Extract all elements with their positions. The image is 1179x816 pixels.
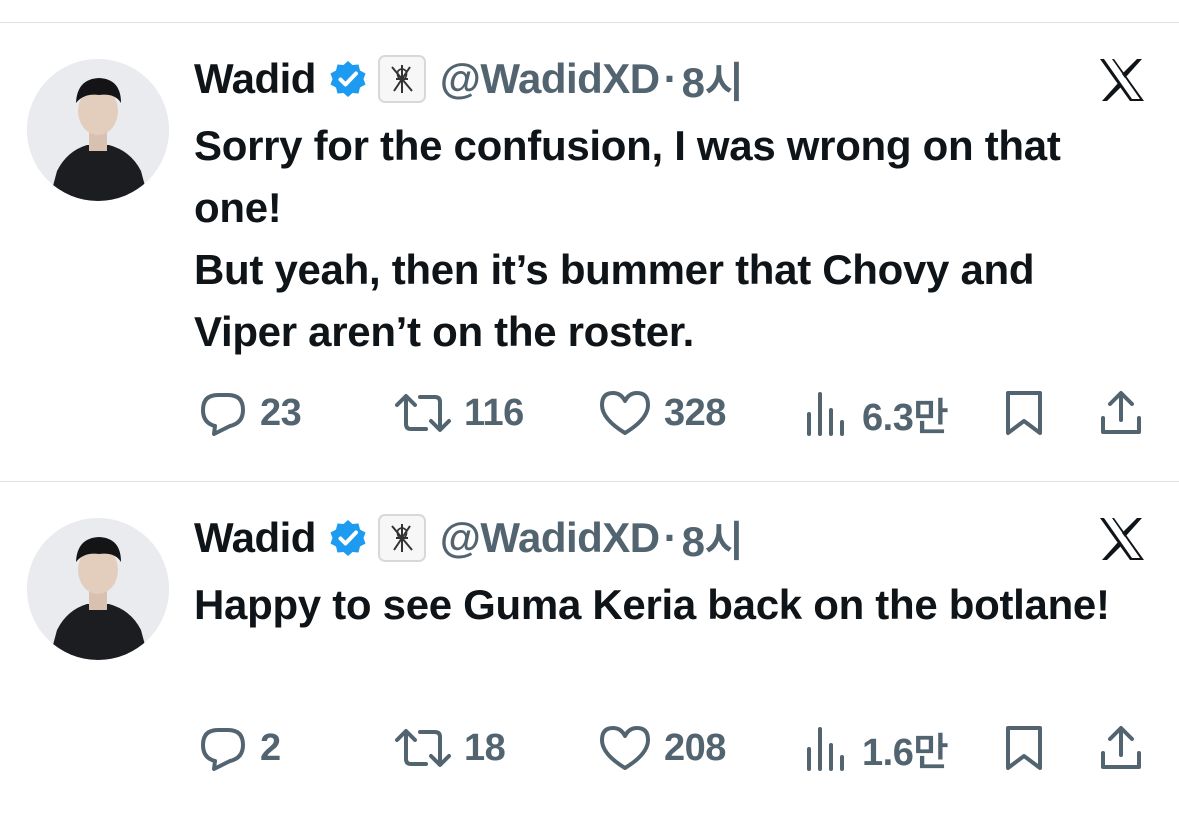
tweet-text-line: Sorry for the confusion, I was wrong on … [194,122,1061,231]
view-count: 6.3만 [862,396,948,439]
author-name[interactable]: Wadid [194,55,316,103]
bookmark-button[interactable] [1002,383,1046,443]
tweet-text: Happy to see Guma Keria back on the botl… [194,574,1134,636]
reply-icon [201,393,245,436]
tweet-header: Wadid @WadidXD · 8시 [194,510,744,566]
bookmark-button[interactable] [1002,718,1046,778]
repost-button[interactable]: 18 [394,718,506,778]
x-logo-icon[interactable] [1097,57,1147,103]
repost-count: 116 [464,391,524,434]
repost-icon [395,729,451,767]
reply-button[interactable]: 2 [198,718,281,778]
timestamp[interactable]: 8시 [682,508,744,569]
reply-button[interactable]: 23 [198,383,302,443]
reply-icon [201,728,245,771]
tweet-header: Wadid @WadidXD · 8시 [194,51,744,107]
author-handle[interactable]: @WadidXD [440,514,660,562]
avatar-image [27,59,169,201]
affiliate-badge-icon[interactable] [377,55,426,103]
bookmark-icon [1006,726,1042,770]
share-icon [1101,726,1141,769]
views-button[interactable]: 1.6만 [802,718,948,778]
tweet-text-line: Happy to see Guma Keria back on the botl… [194,581,1110,628]
like-count: 328 [664,391,726,434]
avatar[interactable] [27,59,169,201]
author-name[interactable]: Wadid [194,514,316,562]
author-handle[interactable]: @WadidXD [440,55,660,103]
views-icon [807,392,844,436]
reply-count: 23 [260,391,302,434]
like-button[interactable]: 208 [598,718,726,778]
share-button[interactable] [1098,718,1144,778]
verified-badge-icon [328,59,368,99]
heart-icon [600,726,650,770]
top-divider [0,22,1179,23]
tweet-actions: 23 116 328 6.3만 [0,383,1179,443]
tweet-text: Sorry for the confusion, I was wrong on … [194,115,1134,363]
tweet-text-line: But yeah, then it’s bummer that Chovy an… [194,246,1035,355]
views-button[interactable]: 6.3만 [802,383,948,443]
x-logo-icon[interactable] [1097,516,1147,562]
tweet-actions: 2 18 208 1.6만 [0,718,1179,778]
timestamp[interactable]: 8시 [682,49,744,110]
verified-badge-icon [328,518,368,558]
share-icon [1101,391,1141,434]
repost-button[interactable]: 116 [394,383,524,443]
view-count: 1.6만 [862,731,948,774]
separator-dot: · [663,55,678,102]
avatar[interactable] [27,518,169,660]
reply-count: 2 [260,726,281,769]
views-icon [807,727,844,771]
avatar-image [27,518,169,660]
heart-icon [600,391,650,435]
repost-icon [395,394,451,432]
like-count: 208 [664,726,726,769]
bookmark-icon [1006,391,1042,435]
tweet-divider [0,481,1179,482]
share-button[interactable] [1098,383,1144,443]
affiliate-badge-icon[interactable] [377,514,426,562]
separator-dot: · [663,514,678,561]
repost-count: 18 [464,726,506,769]
like-button[interactable]: 328 [598,383,726,443]
